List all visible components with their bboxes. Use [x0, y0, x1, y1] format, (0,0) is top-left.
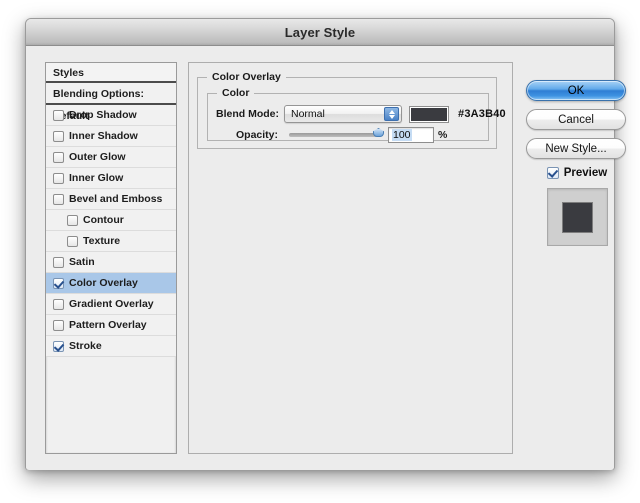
opacity-row: Opacity: 100 % [216, 127, 447, 143]
style-effect-label: Outer Glow [69, 151, 126, 163]
opacity-value: 100 [392, 129, 412, 141]
overlay-color-hex: #3A3B40 [458, 108, 506, 120]
effect-settings-panel: Color Overlay Color Blend Mode: Normal #… [188, 62, 513, 454]
blend-mode-row: Blend Mode: Normal #3A3B40 [216, 105, 506, 123]
blend-mode-select[interactable]: Normal [284, 105, 402, 123]
blend-mode-value: Normal [291, 108, 325, 120]
style-effect-label: Inner Glow [69, 172, 124, 184]
style-effect-checkbox[interactable] [53, 172, 64, 184]
overlay-color-swatch[interactable] [409, 105, 449, 123]
style-effect-row[interactable]: Stroke [46, 336, 176, 357]
style-effect-label: Satin [69, 256, 95, 268]
styles-header[interactable]: Styles [46, 63, 176, 83]
style-effect-checkbox[interactable] [67, 235, 78, 247]
preview-thumbnail-shape [561, 201, 593, 233]
blending-options-row[interactable]: Blending Options: Default [46, 83, 176, 122]
layer-style-dialog: Layer Style Styles Blending Options: Def… [25, 18, 626, 470]
preview-toggle[interactable]: Preview [526, 167, 628, 179]
style-effect-row[interactable]: Inner Shadow [46, 126, 176, 147]
opacity-label: Opacity: [235, 129, 278, 141]
blend-mode-label: Blend Mode: [216, 108, 279, 120]
style-effect-checkbox[interactable] [53, 109, 64, 121]
color-overlay-group: Color Overlay Color Blend Mode: Normal #… [197, 71, 506, 149]
chevron-up-icon [388, 109, 395, 114]
style-effect-row[interactable]: Satin [46, 252, 176, 273]
opacity-unit: % [438, 129, 448, 141]
preview-checkbox[interactable] [546, 167, 559, 179]
style-effect-label: Contour [83, 214, 124, 226]
style-effect-row[interactable]: Color Overlay [46, 273, 176, 294]
style-effects-list: Drop Shadow Inner Shadow Outer Glow Inner G… [46, 105, 176, 357]
dialog-titlebar[interactable]: Layer Style [26, 19, 614, 46]
dialog-body: Styles Blending Options: Default Drop Sh… [26, 46, 626, 470]
style-effect-checkbox[interactable] [53, 340, 64, 352]
chevron-updown-icon[interactable] [384, 107, 399, 121]
style-effect-checkbox[interactable] [53, 319, 64, 331]
chevron-down-icon [388, 114, 395, 119]
style-effect-checkbox[interactable] [53, 130, 64, 142]
style-effect-checkbox[interactable] [53, 151, 64, 163]
style-effect-label: Pattern Overlay [69, 319, 147, 331]
style-effect-row[interactable]: Texture [46, 231, 176, 252]
style-effect-row[interactable]: Bevel and Emboss [46, 189, 176, 210]
cancel-button[interactable]: Cancel [526, 109, 626, 130]
dialog-actions: OK Cancel New Style... Preview [526, 80, 628, 246]
style-effect-row[interactable]: Gradient Overlay [46, 294, 176, 315]
style-effect-checkbox[interactable] [67, 214, 78, 226]
color-group-title: Color [217, 87, 255, 99]
style-effect-checkbox[interactable] [53, 298, 64, 310]
color-group: Color Blend Mode: Normal #3A3B40 Opacity… [207, 87, 506, 143]
style-effect-checkbox[interactable] [53, 193, 64, 205]
styles-sidebar: Styles Blending Options: Default Drop Sh… [45, 62, 177, 454]
style-effect-label: Inner Shadow [69, 130, 138, 142]
dialog-title: Layer Style [284, 24, 356, 40]
style-effect-row[interactable]: Pattern Overlay [46, 315, 176, 336]
style-effect-label: Drop Shadow [69, 109, 137, 121]
style-effect-label: Gradient Overlay [69, 298, 154, 310]
style-effect-label: Bevel and Emboss [69, 193, 163, 205]
style-effect-row[interactable]: Contour [46, 210, 176, 231]
ok-button[interactable]: OK [526, 80, 626, 101]
style-effect-checkbox[interactable] [53, 277, 64, 289]
opacity-slider[interactable] [289, 128, 384, 137]
style-effect-label: Stroke [69, 340, 102, 352]
preview-label: Preview [563, 167, 608, 179]
new-style-button[interactable]: New Style... [526, 138, 626, 159]
color-overlay-group-title: Color Overlay [207, 71, 286, 83]
style-effect-checkbox[interactable] [53, 256, 64, 268]
style-effect-row[interactable]: Inner Glow [46, 168, 176, 189]
preview-thumbnail [546, 188, 608, 246]
style-effect-label: Color Overlay [69, 277, 138, 289]
style-effect-row[interactable]: Outer Glow [46, 147, 176, 168]
opacity-slider-thumb[interactable] [373, 128, 384, 137]
opacity-input[interactable]: 100 [388, 127, 434, 143]
style-effect-label: Texture [83, 235, 121, 247]
